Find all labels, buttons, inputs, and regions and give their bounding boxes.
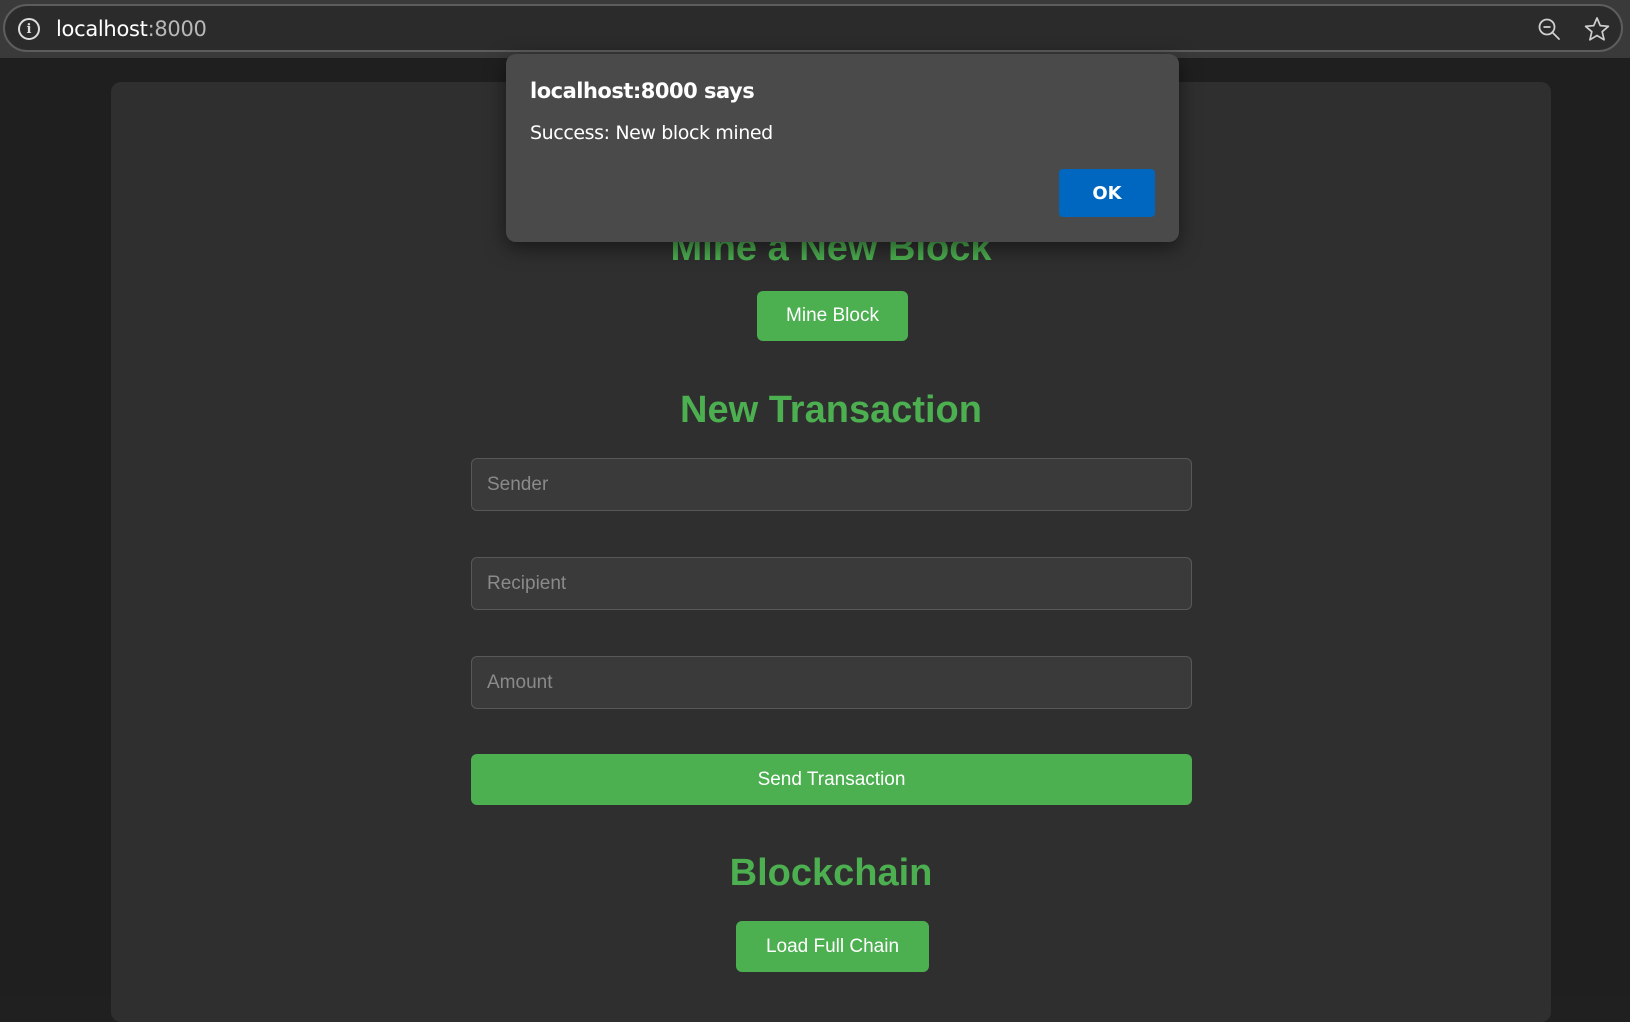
load-full-chain-button[interactable]: Load Full Chain [736,921,929,972]
mine-block-button[interactable]: Mine Block [757,291,908,341]
url-host: localhost [56,17,148,41]
new-transaction-heading: New Transaction [680,389,982,431]
alert-dialog: localhost:8000 says Success: New block m… [506,54,1179,242]
dialog-message: Success: New block mined [530,122,773,144]
bookmark-star-icon[interactable] [1584,16,1610,42]
address-bar[interactable]: i localhost:8000 [3,4,1623,52]
site-info-icon[interactable]: i [18,18,40,40]
amount-input[interactable] [471,656,1192,709]
url-text[interactable]: localhost:8000 [56,17,207,41]
send-transaction-button[interactable]: Send Transaction [471,754,1192,805]
zoom-out-icon[interactable] [1537,17,1561,41]
dialog-title: localhost:8000 says [530,79,755,103]
recipient-input[interactable] [471,557,1192,610]
url-port: :8000 [147,17,207,41]
dialog-ok-button[interactable]: OK [1059,169,1155,217]
blockchain-heading: Blockchain [729,852,933,894]
browser-toolbar: i localhost:8000 [0,0,1630,58]
sender-input[interactable] [471,458,1192,511]
